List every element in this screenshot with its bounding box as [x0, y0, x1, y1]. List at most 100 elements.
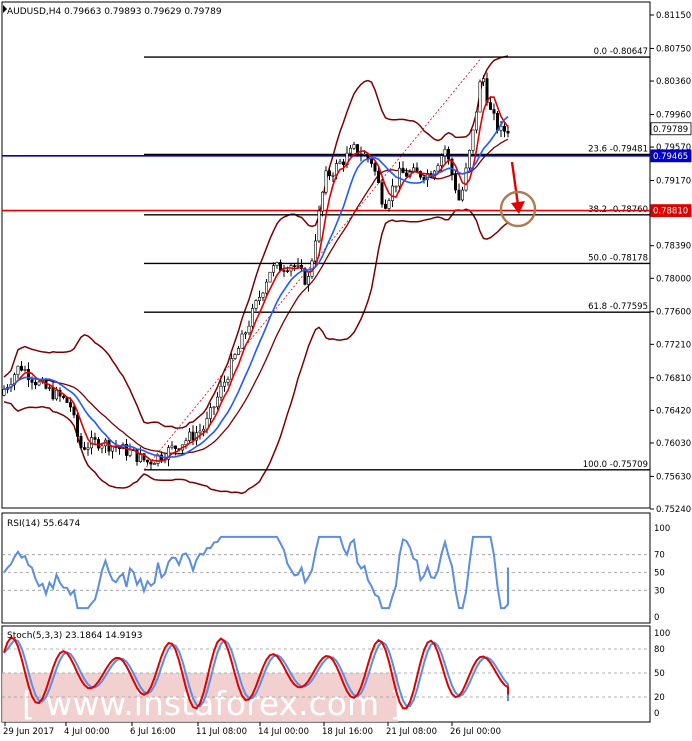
candle-body — [212, 406, 216, 409]
candle-body — [153, 463, 157, 465]
candle-body — [174, 445, 178, 449]
candle-body — [100, 445, 104, 449]
candle-body — [54, 389, 58, 400]
price-tick-label: 0.77600 — [656, 308, 691, 318]
time-tick-label: 11 Jul 08:00 — [196, 727, 247, 737]
candle-body — [257, 297, 261, 301]
candle-body — [341, 161, 345, 166]
indicator-tick-label: 50 — [654, 669, 665, 679]
price-tag-label: 0.78810 — [653, 207, 688, 217]
indicator-tick-label: 50 — [654, 569, 665, 579]
candle-body — [439, 155, 443, 166]
candle-body — [359, 153, 363, 156]
candle-body — [111, 446, 115, 452]
candle-body — [481, 78, 485, 83]
time-tick-label: 6 Jul 16:00 — [130, 727, 176, 737]
candle-body — [188, 431, 192, 441]
candle-body — [320, 191, 324, 212]
candle-body — [453, 174, 457, 191]
price-tick-label: 0.77210 — [656, 340, 691, 350]
candle-body — [254, 300, 258, 309]
candle-body — [16, 365, 20, 375]
candle-body — [271, 265, 275, 273]
price-tags: 0.79789 0.79465 0.78810 — [650, 122, 692, 217]
price-tick-label: 0.76810 — [656, 374, 691, 384]
candle-body — [275, 262, 279, 266]
price-tick-label: 0.80750 — [656, 44, 691, 54]
candle-body — [467, 150, 471, 169]
candle-body — [37, 381, 41, 386]
candle-body — [464, 167, 468, 191]
price-tag-label: 0.79465 — [653, 152, 688, 162]
price-tick-label: 0.79960 — [656, 110, 691, 120]
candle-body — [226, 378, 230, 383]
candle-body — [338, 161, 342, 164]
rsi-header: RSI(14) 55.6474 — [7, 519, 80, 529]
candle-body — [69, 402, 73, 408]
candle-body — [146, 459, 150, 463]
fib-level-label: 61.8 -0.77595 — [588, 302, 648, 312]
candle-body — [264, 281, 268, 294]
candle-body — [446, 148, 450, 160]
price-axis: 0.811500.807500.803600.799600.795700.791… — [650, 11, 691, 515]
candle-body — [93, 437, 97, 440]
candle-body — [233, 354, 237, 359]
rsi-pane — [1, 512, 651, 624]
candle-body — [306, 276, 310, 285]
candle-body — [324, 170, 328, 193]
price-tick-label: 0.75630 — [656, 472, 691, 482]
candle-body — [216, 396, 220, 408]
candle-body — [76, 414, 80, 437]
price-tick-label: 0.80360 — [656, 77, 691, 87]
fib-level-label: 23.6 -0.79481 — [588, 145, 648, 155]
candle-body — [443, 148, 447, 157]
candle-body — [362, 153, 366, 156]
candle-body — [33, 382, 37, 386]
candle-body — [209, 407, 213, 419]
time-tick-label: 4 Jul 00:00 — [64, 727, 110, 737]
indicator-tick-label: 100 — [654, 629, 670, 639]
candle-body — [457, 189, 461, 201]
stoch-header: Stoch(5,3,3) 23.1864 14.9193 — [7, 631, 142, 641]
candle-body — [317, 210, 321, 242]
time-tick-label: 21 Jul 08:00 — [386, 727, 437, 737]
candle-body — [65, 397, 69, 403]
candle-body — [401, 167, 405, 174]
candle-body — [331, 174, 335, 177]
candle-body — [380, 182, 384, 205]
candle-body — [373, 163, 377, 172]
price-tick-label: 0.78390 — [656, 242, 691, 252]
candle-body — [247, 325, 251, 334]
candle-body — [292, 265, 296, 267]
candle-body — [313, 240, 317, 262]
candle-body — [394, 185, 398, 188]
candle-body — [285, 270, 289, 272]
indicator-tick-label: 30 — [654, 586, 665, 596]
price-tag-label: 0.79789 — [653, 125, 688, 135]
candle-body — [51, 387, 55, 400]
candle-body — [237, 348, 241, 355]
candle-body — [460, 189, 464, 201]
candle-body — [86, 447, 90, 450]
candle-body — [506, 130, 510, 134]
fib-level-label: 100.0 -0.75709 — [583, 460, 648, 470]
candle-body — [61, 395, 65, 398]
candle-body — [492, 109, 496, 114]
indicator-tick-label: 100 — [654, 524, 670, 534]
candle-body — [404, 172, 408, 177]
candle-body — [261, 292, 265, 298]
candle-body — [376, 170, 380, 183]
candle-body — [128, 449, 132, 456]
candle-body — [198, 430, 202, 434]
candle-body — [2, 389, 6, 396]
candle-body — [471, 129, 475, 151]
candle-body — [72, 406, 76, 416]
candle-body — [83, 447, 87, 450]
candle-body — [387, 200, 391, 209]
price-tick-label: 0.78000 — [656, 274, 691, 284]
indicator-tick-label: 0 — [654, 613, 659, 623]
candle-body — [191, 431, 195, 441]
candle-body — [502, 125, 506, 132]
time-tick-label: 26 Jul 00:00 — [450, 727, 501, 737]
candle-body — [47, 387, 51, 389]
